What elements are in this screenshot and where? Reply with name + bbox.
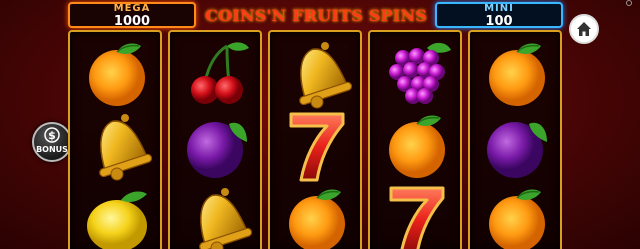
bonus-button[interactable]: $ BONUS (32, 122, 72, 162)
reel-1 (68, 30, 162, 249)
bell-symbol (77, 108, 157, 184)
orange-symbol (77, 36, 157, 112)
mini-value: 100 (485, 14, 513, 29)
slot-game: MEGA 1000 COINS'N FRUITS SPINS MINI 100 … (0, 0, 640, 249)
lemon-icon (87, 191, 147, 249)
plum-symbol (177, 108, 257, 184)
seven-symbol (277, 108, 357, 184)
mega-jackpot: MEGA 1000 (68, 2, 196, 28)
reel-4 (368, 30, 462, 249)
game-title: COINS'N FRUITS SPINS (205, 6, 427, 25)
home-icon (577, 22, 591, 36)
mini-label: MINI (484, 3, 514, 14)
bell-icon (99, 114, 153, 181)
plum-icon (487, 122, 547, 178)
mini-jackpot: MINI 100 (435, 2, 563, 28)
orange-symbol (477, 36, 557, 112)
seven-symbol (377, 182, 457, 249)
seven-icon (289, 112, 345, 182)
reels (68, 30, 564, 249)
bonus-label: BONUS (36, 145, 68, 154)
mega-value: 1000 (113, 14, 151, 29)
lemon-symbol (77, 182, 157, 249)
svg-text:$: $ (48, 129, 56, 142)
cherry-icon (191, 42, 249, 104)
bell-icon (299, 42, 353, 109)
grapes-symbol (377, 36, 457, 112)
orange-icon (389, 115, 445, 178)
orange-icon (89, 43, 145, 106)
plum-symbol (477, 108, 557, 184)
reel-3 (268, 30, 362, 249)
bell-symbol (277, 36, 357, 112)
orange-symbol (277, 182, 357, 249)
bell-symbol (177, 182, 257, 249)
bell-icon (199, 188, 253, 249)
seven-icon (389, 186, 445, 249)
home-button[interactable] (569, 14, 599, 44)
orange-symbol (477, 182, 557, 249)
orange-icon (489, 43, 545, 106)
orange-symbol (377, 108, 457, 184)
plum-icon (187, 122, 247, 178)
cherry-symbol (177, 36, 257, 112)
grapes-icon (389, 42, 451, 104)
reel-2 (168, 30, 262, 249)
status-dot (626, 0, 632, 6)
mega-label: MEGA (113, 3, 151, 14)
orange-icon (489, 189, 545, 249)
reel-5 (468, 30, 562, 249)
dollar-icon: $ (44, 127, 60, 143)
orange-icon (289, 189, 345, 249)
